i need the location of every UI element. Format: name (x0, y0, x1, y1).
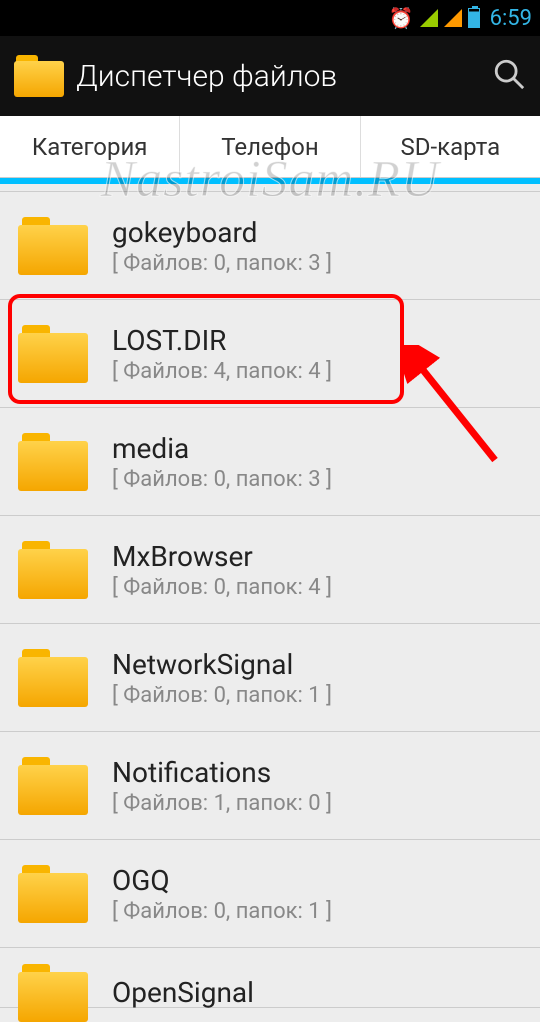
tab-sdcard[interactable]: SD-карта (361, 116, 540, 177)
status-icons: ⏰ 6:59 (389, 6, 532, 31)
tab-phone[interactable]: Телефон (180, 116, 360, 177)
folder-icon (18, 541, 88, 599)
list-item[interactable]: MxBrowser [ Файлов: 0, папок: 4 ] (0, 516, 540, 624)
folder-icon (18, 757, 88, 815)
folder-meta: [ Файлов: 0, папок: 4 ] (112, 575, 332, 600)
tabs: Категория Телефон SD-карта (0, 116, 540, 178)
folder-meta: [ Файлов: 0, папок: 3 ] (112, 467, 332, 492)
folder-icon (18, 217, 88, 275)
folder-name: OpenSignal (112, 976, 254, 1009)
app-header: Диспетчер файлов (0, 36, 540, 116)
folder-name: gokeyboard (112, 216, 332, 249)
battery-icon (468, 8, 480, 28)
search-icon[interactable] (492, 57, 526, 95)
list-item[interactable]: LOST.DIR [ Файлов: 4, папок: 4 ] (0, 300, 540, 408)
list-item[interactable]: NetworkSignal [ Файлов: 0, папок: 1 ] (0, 624, 540, 732)
signal-2-icon (444, 9, 462, 27)
clock: 6:59 (490, 6, 532, 31)
folder-name: OGQ (112, 864, 332, 897)
folder-meta: [ Файлов: 1, папок: 0 ] (112, 791, 332, 816)
folder-meta: [ Файлов: 4, папок: 4 ] (112, 359, 332, 384)
list-item[interactable]: Notifications [ Файлов: 1, папок: 0 ] (0, 732, 540, 840)
list-item[interactable]: OGQ [ Файлов: 0, папок: 1 ] (0, 840, 540, 948)
folder-icon (18, 325, 88, 383)
folder-meta: [ Файлов: 0, папок: 1 ] (112, 899, 332, 924)
signal-1-icon (420, 9, 438, 27)
folder-name: MxBrowser (112, 540, 332, 573)
app-icon (14, 55, 64, 97)
list-item[interactable]: media [ Файлов: 0, папок: 3 ] (0, 408, 540, 516)
folder-icon (18, 865, 88, 923)
alarm-icon: ⏰ (389, 6, 414, 30)
folder-name: NetworkSignal (112, 648, 332, 681)
folder-name: Notifications (112, 756, 332, 789)
tab-category[interactable]: Категория (0, 116, 180, 177)
folder-meta: [ Файлов: 0, папок: 1 ] (112, 683, 332, 708)
list-item[interactable]: gokeyboard [ Файлов: 0, папок: 3 ] (0, 192, 540, 300)
app-title: Диспетчер файлов (76, 59, 492, 94)
folder-icon (18, 433, 88, 491)
folder-name: LOST.DIR (112, 324, 332, 357)
folder-meta: [ Файлов: 0, папок: 3 ] (112, 251, 332, 276)
folder-name: media (112, 432, 332, 465)
folder-list[interactable]: gokeyboard [ Файлов: 0, папок: 3 ] LOST.… (0, 192, 540, 1008)
folder-icon (18, 649, 88, 707)
status-bar: ⏰ 6:59 (0, 0, 540, 36)
list-item[interactable]: OpenSignal (0, 948, 540, 1008)
folder-icon (18, 964, 88, 1022)
